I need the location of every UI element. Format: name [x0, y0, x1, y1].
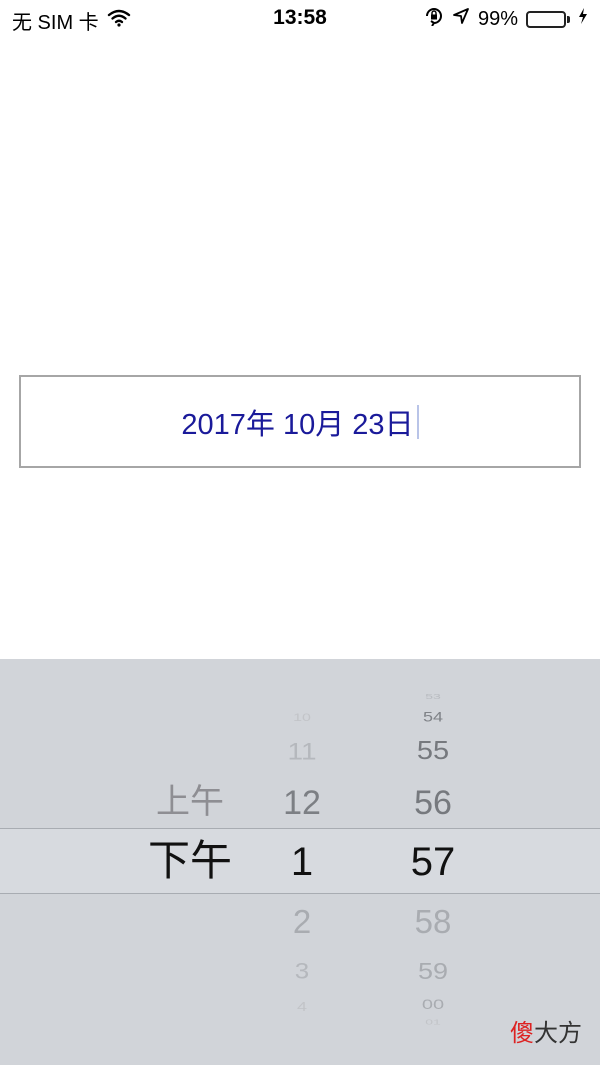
- minute-option[interactable]: 00: [385, 998, 481, 1012]
- minute-option[interactable]: 53: [385, 692, 481, 700]
- picker-minute-column[interactable]: 53 54 55 56 57 58 59 00 01: [385, 659, 481, 1065]
- hour-option[interactable]: 3: [262, 960, 342, 982]
- date-value: 2017年 10月 23日: [181, 408, 414, 441]
- minute-option-selected[interactable]: 57: [385, 842, 481, 882]
- picker-hour-column[interactable]: 10 11 12 1 2 3 4: [262, 659, 342, 1065]
- minute-option[interactable]: 54: [385, 710, 481, 724]
- hour-option-selected[interactable]: 1: [262, 842, 342, 882]
- orientation-lock-icon: [424, 6, 444, 32]
- ampm-option-selected[interactable]: 下午: [120, 840, 260, 882]
- battery-icon: [526, 10, 570, 28]
- watermark-text: 大方: [534, 1019, 582, 1047]
- hour-option[interactable]: 2: [262, 905, 342, 938]
- date-input-field[interactable]: 2017年 10月 23日: [19, 375, 581, 468]
- watermark-char: 傻: [510, 1019, 534, 1047]
- battery-percent: 99%: [477, 7, 518, 30]
- watermark-logo: 傻大方: [510, 1013, 582, 1048]
- ampm-option-above[interactable]: 上午: [120, 785, 260, 819]
- location-arrow-icon: [452, 7, 470, 31]
- time-picker[interactable]: 上午 下午 10 11 12 1 2 3 4 53 54 55 56 57 58…: [0, 659, 600, 1065]
- hour-option[interactable]: 12: [262, 786, 342, 820]
- minute-option[interactable]: 56: [385, 786, 481, 820]
- hour-option[interactable]: 10: [262, 712, 342, 723]
- status-bar: 无 SIM 卡 13:58 99%: [0, 0, 600, 40]
- minute-option[interactable]: 59: [385, 959, 481, 983]
- charging-bolt-icon: [578, 7, 588, 31]
- screen: 无 SIM 卡 13:58 99% 2017年 10月 23日 上午 下午 10…: [0, 0, 600, 1065]
- text-caret: [416, 404, 419, 439]
- status-right: 99%: [424, 6, 588, 32]
- hour-option[interactable]: 11: [262, 740, 342, 764]
- minute-option[interactable]: 58: [385, 905, 481, 938]
- minute-option[interactable]: 55: [385, 738, 481, 765]
- minute-option[interactable]: 01: [385, 1019, 481, 1026]
- hour-option[interactable]: 4: [262, 1001, 342, 1014]
- picker-ampm-column[interactable]: 上午 下午: [120, 659, 260, 1065]
